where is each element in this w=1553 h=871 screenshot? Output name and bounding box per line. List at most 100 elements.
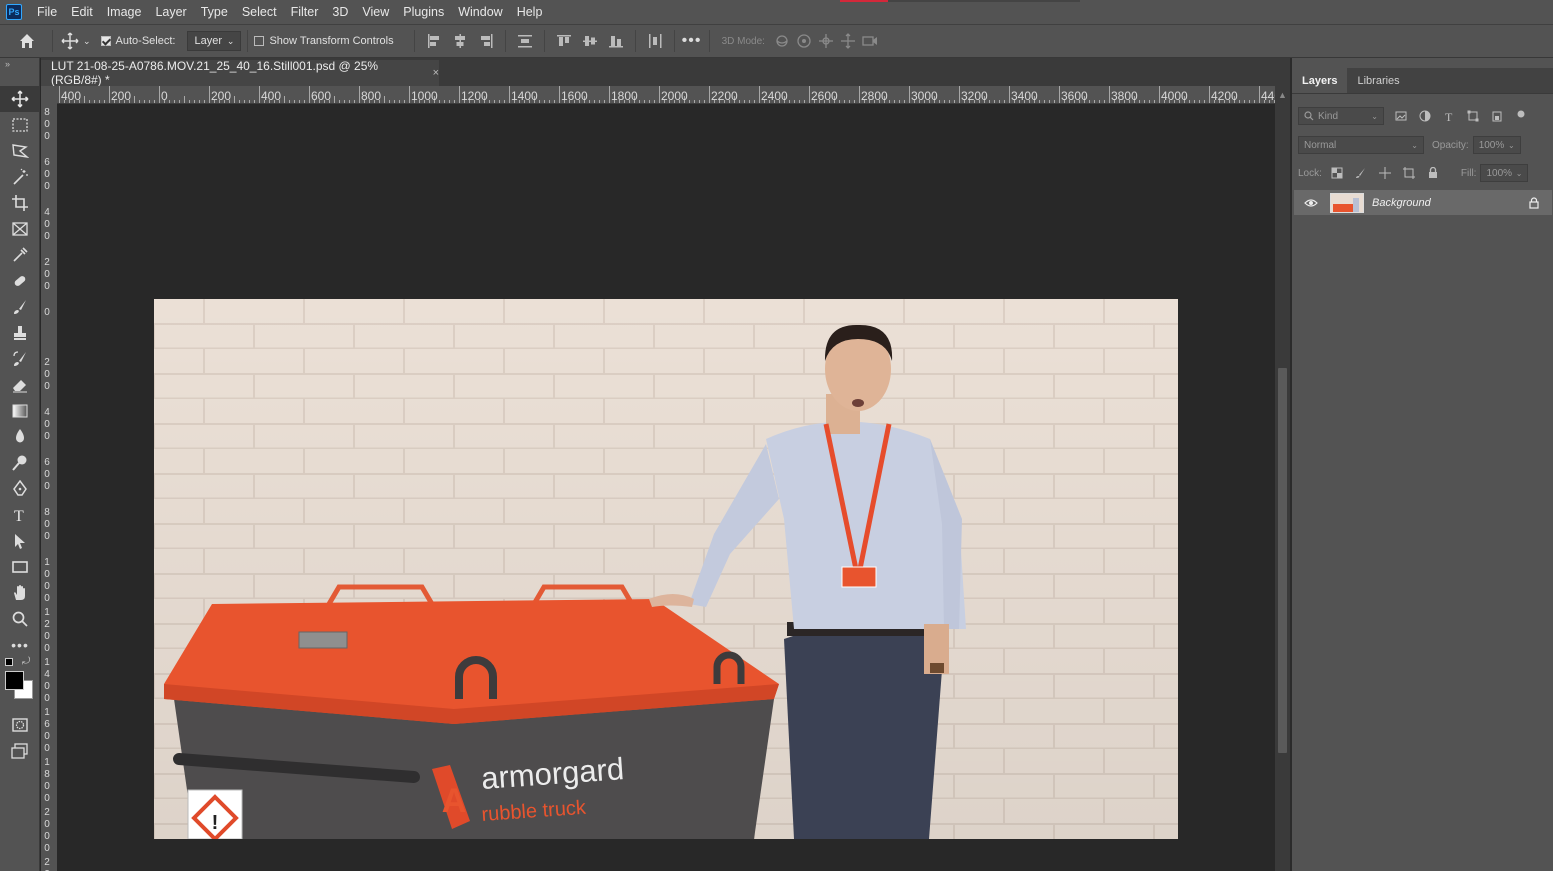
menu-image[interactable]: Image <box>100 0 149 24</box>
rectangle-tool-button[interactable] <box>0 554 40 580</box>
align-hcenter-icon[interactable] <box>451 32 469 50</box>
align-top-icon[interactable] <box>555 32 573 50</box>
filter-adjustment-icon[interactable] <box>1418 109 1432 123</box>
ruler-tick <box>359 86 360 103</box>
ruler-minor-tick <box>344 100 345 103</box>
chevron-down-icon[interactable]: ⌄ <box>83 36 91 47</box>
frame-tool-button[interactable] <box>0 216 40 242</box>
filter-shape-icon[interactable] <box>1466 109 1480 123</box>
path-selection-tool-button[interactable] <box>0 528 40 554</box>
expand-panel-icon[interactable]: » <box>0 58 39 70</box>
history-brush-tool-button[interactable] <box>0 346 40 372</box>
marquee-tool-button[interactable] <box>0 112 40 138</box>
crop-tool-button[interactable] <box>0 190 40 216</box>
filter-smart-object-icon[interactable] <box>1490 109 1504 123</box>
layer-row-background[interactable]: Background <box>1294 190 1552 215</box>
align-bottom-icon[interactable] <box>607 32 625 50</box>
lock-transparent-pixels-icon[interactable] <box>1330 166 1344 180</box>
eraser-tool-button[interactable] <box>0 372 40 398</box>
brush-tool-button[interactable] <box>0 294 40 320</box>
filter-toggle-icon[interactable] <box>1514 109 1528 123</box>
document-tab[interactable]: LUT 21-08-25-A0786.MOV.21_25_40_16.Still… <box>41 59 439 87</box>
close-icon[interactable]: × <box>433 67 439 79</box>
screen-mode-icon[interactable] <box>0 738 40 764</box>
menu-select[interactable]: Select <box>235 0 284 24</box>
home-icon[interactable] <box>16 30 38 52</box>
fill-input[interactable]: 100% ⌄ <box>1480 164 1529 182</box>
kind-filter-dropdown[interactable]: Kind ⌄ <box>1298 107 1384 125</box>
tab-layers[interactable]: Layers <box>1292 68 1348 93</box>
distribute-horizontal-icon[interactable] <box>646 32 664 50</box>
canvas-vertical-scrollbar[interactable]: ▲ <box>1275 86 1290 871</box>
align-left-icon[interactable] <box>425 32 443 50</box>
ruler-minor-tick <box>1004 100 1005 103</box>
ruler-minor-tick <box>1204 100 1205 103</box>
auto-select-target-dropdown[interactable]: Layer ⌄ <box>187 31 242 51</box>
show-transform-checkbox[interactable] <box>254 36 265 46</box>
blend-mode-dropdown[interactable]: Normal ⌄ <box>1298 136 1424 154</box>
menu-3d[interactable]: 3D <box>325 0 355 24</box>
blur-tool-button[interactable] <box>0 424 40 450</box>
ruler-label: 0 <box>44 181 50 192</box>
magic-wand-tool-button[interactable] <box>0 164 40 190</box>
lock-position-icon[interactable] <box>1378 166 1392 180</box>
menu-edit[interactable]: Edit <box>64 0 100 24</box>
menu-plugins[interactable]: Plugins <box>396 0 451 24</box>
3d-slide-icon[interactable] <box>837 30 859 52</box>
ruler-label: 0 <box>44 593 50 604</box>
lock-image-pixels-icon[interactable] <box>1354 166 1368 180</box>
scroll-up-icon[interactable]: ▲ <box>1278 90 1287 100</box>
scrollbar-thumb[interactable] <box>1278 368 1287 753</box>
menu-type[interactable]: Type <box>194 0 235 24</box>
menu-view[interactable]: View <box>355 0 396 24</box>
3d-pan-icon[interactable] <box>815 30 837 52</box>
clone-stamp-tool-button[interactable] <box>0 320 40 346</box>
menu-filter[interactable]: Filter <box>284 0 326 24</box>
move-tool-button[interactable] <box>0 86 40 112</box>
menu-help[interactable]: Help <box>510 0 550 24</box>
ruler-minor-tick <box>1149 100 1150 103</box>
filter-pixel-icon[interactable] <box>1394 109 1408 123</box>
move-tool-icon[interactable] <box>59 30 81 52</box>
lock-all-icon[interactable] <box>1426 166 1440 180</box>
ruler-minor-tick <box>134 96 135 103</box>
align-right-icon[interactable] <box>477 32 495 50</box>
panel-tabs: Layers Libraries <box>1292 68 1553 94</box>
eye-icon[interactable] <box>1300 198 1322 208</box>
tab-libraries[interactable]: Libraries <box>1347 68 1409 93</box>
hand-tool-button[interactable] <box>0 580 40 606</box>
dodge-tool-button[interactable] <box>0 450 40 476</box>
document-canvas-image[interactable]: ! A armorgard rubble truck <box>154 299 1178 839</box>
swap-colors-icon[interactable]: ⤾ <box>22 656 30 667</box>
lasso-tool-button[interactable] <box>0 138 40 164</box>
auto-select-checkbox[interactable] <box>100 36 111 46</box>
default-colors-icon[interactable] <box>5 658 13 666</box>
edit-toolbar-icon[interactable]: ••• <box>0 632 40 658</box>
align-vcenter-icon[interactable] <box>581 32 599 50</box>
more-options-icon[interactable]: ••• <box>681 30 703 52</box>
3d-camera-icon[interactable] <box>859 30 881 52</box>
filter-type-icon[interactable]: T <box>1442 109 1456 123</box>
opacity-input[interactable]: 100% ⌄ <box>1472 136 1521 154</box>
ruler-minor-tick <box>394 100 395 103</box>
eyedropper-tool-button[interactable] <box>0 242 40 268</box>
zoom-tool-button[interactable] <box>0 606 40 632</box>
menu-window[interactable]: Window <box>451 0 509 24</box>
3d-orbit-icon[interactable] <box>771 30 793 52</box>
menu-file[interactable]: File <box>30 0 64 24</box>
healing-brush-tool-button[interactable] <box>0 268 40 294</box>
pen-tool-button[interactable] <box>0 476 40 502</box>
ruler-tick <box>1259 86 1260 103</box>
3d-roll-icon[interactable] <box>793 30 815 52</box>
ruler-label: 0 <box>44 381 50 392</box>
type-tool-button[interactable]: T <box>0 502 40 528</box>
ruler-label: 200 <box>211 89 232 103</box>
distribute-vertical-icon[interactable] <box>516 32 534 50</box>
quick-mask-icon[interactable] <box>0 712 40 738</box>
menu-layer[interactable]: Layer <box>148 0 193 24</box>
ruler-minor-tick <box>399 100 400 103</box>
gradient-tool-button[interactable] <box>0 398 40 424</box>
lock-artboard-icon[interactable] <box>1402 166 1416 180</box>
ruler-label: 0 <box>44 569 50 580</box>
foreground-color-swatch[interactable] <box>5 671 24 690</box>
